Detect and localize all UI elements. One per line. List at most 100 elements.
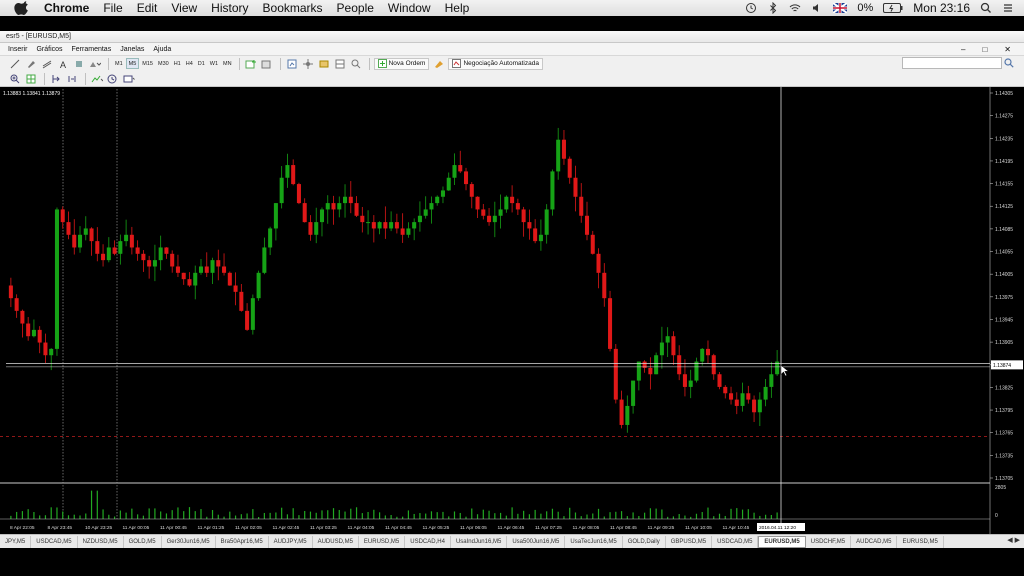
wifi-icon[interactable] bbox=[789, 2, 801, 14]
timeframe-d1[interactable]: D1 bbox=[196, 58, 207, 69]
menu-app-name[interactable]: Chrome bbox=[44, 1, 89, 15]
line-tool-icon[interactable] bbox=[8, 58, 22, 70]
volume-bar bbox=[275, 512, 277, 519]
menu-window[interactable]: Window bbox=[388, 1, 431, 15]
menu-view[interactable]: View bbox=[171, 1, 197, 15]
timeframe-h1[interactable]: H1 bbox=[172, 58, 183, 69]
symbol-tab[interactable]: AUDJPY,M5 bbox=[269, 535, 313, 548]
navigator-icon[interactable] bbox=[301, 58, 315, 70]
symbol-tab[interactable]: AUDUSD,M5 bbox=[313, 535, 359, 548]
bluetooth-icon[interactable] bbox=[767, 2, 779, 14]
candle-body bbox=[469, 184, 474, 197]
tab-scroll-arrows[interactable]: ◀ ▶ bbox=[1007, 536, 1020, 544]
market-watch-icon[interactable] bbox=[285, 58, 299, 70]
search-input[interactable] bbox=[902, 57, 1002, 69]
timeframe-m5[interactable]: M5 bbox=[125, 58, 140, 69]
pen-tool-icon[interactable] bbox=[24, 58, 38, 70]
price-chart[interactable]: 1.13883 1.13841 1.13879 1.14305 1.14275 1.… bbox=[0, 87, 1024, 534]
candle-body bbox=[515, 203, 520, 210]
flag-icon[interactable] bbox=[833, 3, 848, 13]
label-tool-icon[interactable] bbox=[72, 58, 86, 70]
volume-icon[interactable] bbox=[811, 2, 823, 14]
time-tick-label: 11 Apr 08:05 bbox=[573, 525, 600, 531]
candle-body bbox=[147, 260, 152, 267]
symbol-tab[interactable]: USDCAD,M5 bbox=[712, 535, 759, 548]
timeframe-h4[interactable]: H4 bbox=[184, 58, 195, 69]
timeframe-m1[interactable]: M1 bbox=[113, 58, 125, 69]
text-tool-icon[interactable]: A bbox=[56, 58, 70, 70]
window-title-bar[interactable]: esr5 - [EURUSD,M5] bbox=[0, 31, 1024, 43]
new-chart-icon[interactable] bbox=[244, 58, 258, 70]
symbol-tab[interactable]: UsaTecJun16,M5 bbox=[565, 535, 623, 548]
symbol-tab[interactable]: EURUSD,M5 bbox=[359, 535, 406, 548]
symbol-tab[interactable]: USDCAD,H4 bbox=[405, 535, 451, 548]
symbol-tab[interactable]: UsaIndJun16,M5 bbox=[451, 535, 508, 548]
candle-body bbox=[43, 342, 48, 356]
symbol-tab[interactable]: GOLD,Daily bbox=[623, 535, 666, 548]
spotlight-search-icon[interactable] bbox=[980, 2, 992, 14]
timeframe-mn[interactable]: MN bbox=[221, 58, 234, 69]
profiles-icon[interactable] bbox=[260, 58, 274, 70]
symbol-tab[interactable]: Bra50Apr16,M5 bbox=[216, 535, 269, 548]
symbol-tab[interactable]: Usa500Jun16,M5 bbox=[507, 535, 566, 548]
search-icon[interactable] bbox=[1004, 58, 1014, 68]
tester-icon[interactable] bbox=[349, 58, 363, 70]
volume-bar bbox=[361, 513, 363, 519]
candle-body bbox=[26, 323, 31, 337]
time-tick-label: 11 Apr 00:45 bbox=[160, 525, 187, 531]
symbol-tab[interactable]: USDCAD,M5 bbox=[31, 535, 78, 548]
minimize-icon[interactable]: – bbox=[961, 45, 965, 54]
menu-people[interactable]: People bbox=[337, 1, 374, 15]
close-icon[interactable]: ✕ bbox=[1004, 45, 1011, 54]
auto-trading-button[interactable]: Negociação Automatizada bbox=[448, 57, 543, 70]
volume-bar bbox=[413, 513, 415, 519]
data-window-icon[interactable] bbox=[317, 58, 331, 70]
autoscroll-icon[interactable] bbox=[65, 73, 79, 85]
templates-icon[interactable] bbox=[122, 73, 136, 85]
menu-bookmarks[interactable]: Bookmarks bbox=[263, 1, 323, 15]
candle-body bbox=[337, 203, 342, 210]
time-machine-icon[interactable] bbox=[745, 2, 757, 14]
notification-center-icon[interactable] bbox=[1002, 2, 1014, 14]
menu-history[interactable]: History bbox=[211, 1, 248, 15]
volume-bar bbox=[39, 515, 41, 519]
symbol-tab[interactable]: Ger30Jun16,M5 bbox=[162, 535, 216, 548]
candle-body bbox=[705, 348, 711, 356]
timeframe-m30[interactable]: M30 bbox=[156, 58, 171, 69]
timeframe-w1[interactable]: W1 bbox=[208, 58, 220, 69]
periods-icon[interactable] bbox=[106, 73, 120, 85]
symbol-tab[interactable]: JPY,M5 bbox=[0, 535, 32, 548]
indicators-icon[interactable] bbox=[90, 73, 104, 85]
symbol-tab-active[interactable]: EURUSD,M5 bbox=[758, 535, 806, 548]
time-tick-label: 11 Apr 10:45 bbox=[723, 525, 750, 531]
menu-edit[interactable]: Edit bbox=[137, 1, 158, 15]
menu-janelas[interactable]: Janelas bbox=[120, 46, 144, 53]
battery-icon[interactable] bbox=[883, 3, 903, 13]
apple-icon[interactable] bbox=[14, 1, 28, 15]
symbol-tab[interactable]: AUDCAD,M5 bbox=[851, 535, 898, 548]
menu-ajuda[interactable]: Ajuda bbox=[153, 46, 171, 53]
menu-ferramentas[interactable]: Ferramentas bbox=[72, 46, 112, 53]
menu-graficos[interactable]: Gráficos bbox=[36, 46, 62, 53]
menu-file[interactable]: File bbox=[103, 1, 122, 15]
new-order-button[interactable]: Nova Ordem bbox=[373, 57, 430, 70]
symbol-tab[interactable]: GBPUSD,M5 bbox=[666, 535, 713, 548]
meta-editor-icon[interactable] bbox=[432, 58, 446, 70]
symbol-tab[interactable]: GOLD,M5 bbox=[124, 535, 162, 548]
symbol-tab[interactable]: USDCHF,M5 bbox=[806, 535, 852, 548]
toolbox-icon[interactable] bbox=[333, 58, 347, 70]
symbol-tab[interactable]: EURUSD,M5 bbox=[897, 535, 944, 548]
zoom-in-icon[interactable] bbox=[8, 73, 22, 85]
shapes-tool-icon[interactable] bbox=[88, 58, 102, 70]
volume-bar bbox=[580, 516, 582, 519]
candle-body bbox=[475, 196, 480, 210]
clock[interactable]: Mon 23:16 bbox=[913, 1, 970, 15]
chart-shift-icon[interactable] bbox=[49, 73, 63, 85]
restore-icon[interactable]: □ bbox=[982, 45, 987, 54]
menu-inserir[interactable]: Inserir bbox=[8, 46, 27, 53]
channel-tool-icon[interactable] bbox=[40, 58, 54, 70]
tile-windows-icon[interactable] bbox=[24, 73, 38, 85]
menu-help[interactable]: Help bbox=[445, 1, 470, 15]
symbol-tab[interactable]: NZDUSD,M5 bbox=[78, 535, 124, 548]
timeframe-m15[interactable]: M15 bbox=[140, 58, 155, 69]
